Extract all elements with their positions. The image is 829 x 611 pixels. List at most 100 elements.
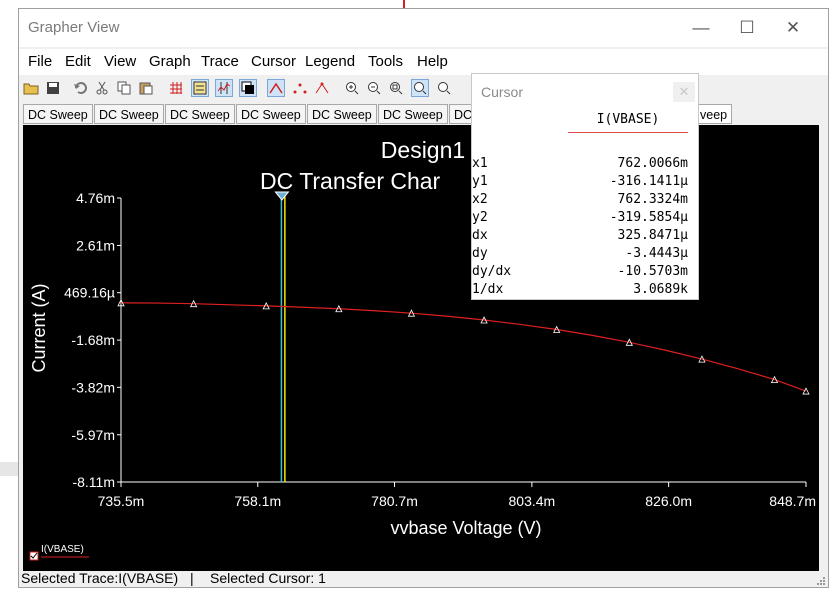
cursor-row-key: y1 xyxy=(472,174,488,189)
cursor-row-key: 1/dx xyxy=(472,282,504,297)
cursor-row: x2 762.3324m xyxy=(472,192,692,210)
tab-dc-sweep[interactable]: DC Sweep xyxy=(307,104,377,124)
undo-button[interactable] xyxy=(71,79,89,97)
zoom-out-icon xyxy=(368,82,381,95)
title-bar: Grapher View — ☐ ✕ xyxy=(19,9,828,47)
cursor-row-key: y2 xyxy=(472,210,488,225)
transfer-chart: Design1 DC Transfer Char Current (A) vvb… xyxy=(29,137,816,561)
resize-grip-icon[interactable] xyxy=(816,576,826,586)
grapher-window: Grapher View — ☐ ✕ File Edit View Graph … xyxy=(18,8,829,588)
undo-icon xyxy=(74,82,87,94)
legend-button[interactable] xyxy=(191,79,209,97)
legend-label: I(VBASE) xyxy=(41,544,84,555)
close-button[interactable]: ✕ xyxy=(770,9,816,47)
y-tick-label: 4.76m xyxy=(76,190,115,206)
copy-button[interactable] xyxy=(115,79,133,97)
status-selected-cursor: Selected Cursor: 1 xyxy=(210,570,326,586)
status-separator: | xyxy=(190,570,194,586)
cursor-row: dx 325.8471µ xyxy=(472,228,692,246)
zoom-out-button[interactable] xyxy=(365,79,383,97)
show-markers-button[interactable] xyxy=(291,79,309,97)
print-icon xyxy=(438,82,451,95)
legend-icon xyxy=(193,81,207,95)
menu-file[interactable]: File xyxy=(28,53,52,70)
cursor-row-key: dx xyxy=(472,228,488,243)
cursor-row-value: -3.4443µ xyxy=(625,246,688,261)
x-axis-label: vvbase Voltage (V) xyxy=(390,518,541,538)
menu-view[interactable]: View xyxy=(104,53,136,70)
menu-trace[interactable]: Trace xyxy=(201,53,239,70)
y-tick-label: -3.82m xyxy=(71,379,115,395)
minimize-button[interactable]: — xyxy=(678,9,724,47)
status-selected-trace: Selected Trace:I(VBASE) xyxy=(21,570,179,586)
show-markers-icon xyxy=(293,83,307,94)
zoom-in-button[interactable] xyxy=(343,79,361,97)
show-lines-icon xyxy=(269,82,283,94)
cut-icon xyxy=(96,81,108,95)
y-tick-label: -8.11m xyxy=(72,474,115,490)
cursor-column-header: I(VBASE) xyxy=(596,112,660,127)
save-icon xyxy=(47,82,59,94)
tab-dc-sweep[interactable]: DC Sweep xyxy=(94,104,164,124)
axes: 4.76m 2.61m 469.16µ -1.68m -3.82m -5.97m -8.11… xyxy=(64,190,816,509)
y-tick-label: -5.97m xyxy=(71,427,115,443)
tab-dc-sweep[interactable]: DC Sweep xyxy=(378,104,448,124)
cursor-row: 1/dx 3.0689k xyxy=(472,282,692,300)
zoom-area-icon xyxy=(390,82,403,95)
cursors-icon xyxy=(217,82,231,94)
menu-legend[interactable]: Legend xyxy=(305,53,355,70)
open-button[interactable] xyxy=(22,79,40,97)
tab-dc-sweep[interactable]: DC Sweep xyxy=(165,104,235,124)
zoom-area-button[interactable] xyxy=(387,79,405,97)
show-lines-button[interactable] xyxy=(267,79,285,97)
maximize-icon: ☐ xyxy=(739,18,755,37)
print-button[interactable] xyxy=(435,79,453,97)
lines-markers-icon xyxy=(315,82,329,94)
zoom-full-button[interactable] xyxy=(411,79,429,97)
chart-subtitle: DC Transfer Char xyxy=(260,168,441,194)
menu-edit[interactable]: Edit xyxy=(65,53,91,70)
menu-bar: File Edit View Graph Trace Cursor Legend… xyxy=(19,49,828,75)
menu-tools[interactable]: Tools xyxy=(368,53,403,70)
reverse-colors-button[interactable] xyxy=(239,79,257,97)
menu-cursor[interactable]: Cursor xyxy=(251,53,296,70)
cursor-row-value: -10.5703m xyxy=(617,264,688,279)
x-tick-label: 735.5m xyxy=(98,493,145,509)
lines-markers-button[interactable] xyxy=(313,79,331,97)
plot-area: Design1 DC Transfer Char Current (A) vvb… xyxy=(23,125,819,571)
cut-button[interactable] xyxy=(93,79,111,97)
x-tick-label: 758.1m xyxy=(234,493,281,509)
paste-button[interactable] xyxy=(137,79,155,97)
cursor-panel[interactable]: Cursor ✕ I(VBASE) x1 762.0066m y1 -316.1… xyxy=(471,73,699,300)
cursor-row: y2 -319.5854µ xyxy=(472,210,692,228)
legend[interactable]: I(VBASE) xyxy=(29,544,89,561)
cursors-button[interactable] xyxy=(215,79,233,97)
chart-title: Design1 xyxy=(381,137,465,163)
cursor-panel-title: Cursor xyxy=(481,84,524,100)
cursor-row: y1 -316.1411µ xyxy=(472,174,692,192)
series-line xyxy=(120,302,807,392)
tab-dc-sweep[interactable]: DC Sweep xyxy=(23,104,93,124)
paste-icon xyxy=(139,82,153,95)
zoom-full-icon xyxy=(414,82,427,95)
tab-dc-sweep[interactable]: DC Sweep xyxy=(236,104,306,124)
cursor-lines[interactable] xyxy=(274,191,290,482)
cursor-panel-close-button[interactable]: ✕ xyxy=(673,82,695,102)
x-tick-label: 803.4m xyxy=(509,493,556,509)
cursor-row: x1 762.0066m xyxy=(472,156,692,174)
save-button[interactable] xyxy=(44,79,62,97)
x-tick-label: 848.7m xyxy=(769,493,816,509)
tab-dc-sweep-active[interactable]: veep xyxy=(695,104,733,124)
y-axis-label: Current (A) xyxy=(29,283,49,372)
grid-button[interactable] xyxy=(167,79,185,97)
close-icon: ✕ xyxy=(678,84,690,99)
reverse-colors-icon xyxy=(241,81,254,94)
cursor-row-key: dy/dx xyxy=(472,264,512,279)
maximize-button[interactable]: ☐ xyxy=(724,9,770,47)
menu-graph[interactable]: Graph xyxy=(149,53,191,70)
x-tick-label: 780.7m xyxy=(371,493,418,509)
cursor-row-key: x1 xyxy=(472,156,488,171)
cursor-row-value: 325.8471µ xyxy=(617,228,688,243)
grid-icon xyxy=(170,82,182,94)
menu-help[interactable]: Help xyxy=(417,53,448,70)
